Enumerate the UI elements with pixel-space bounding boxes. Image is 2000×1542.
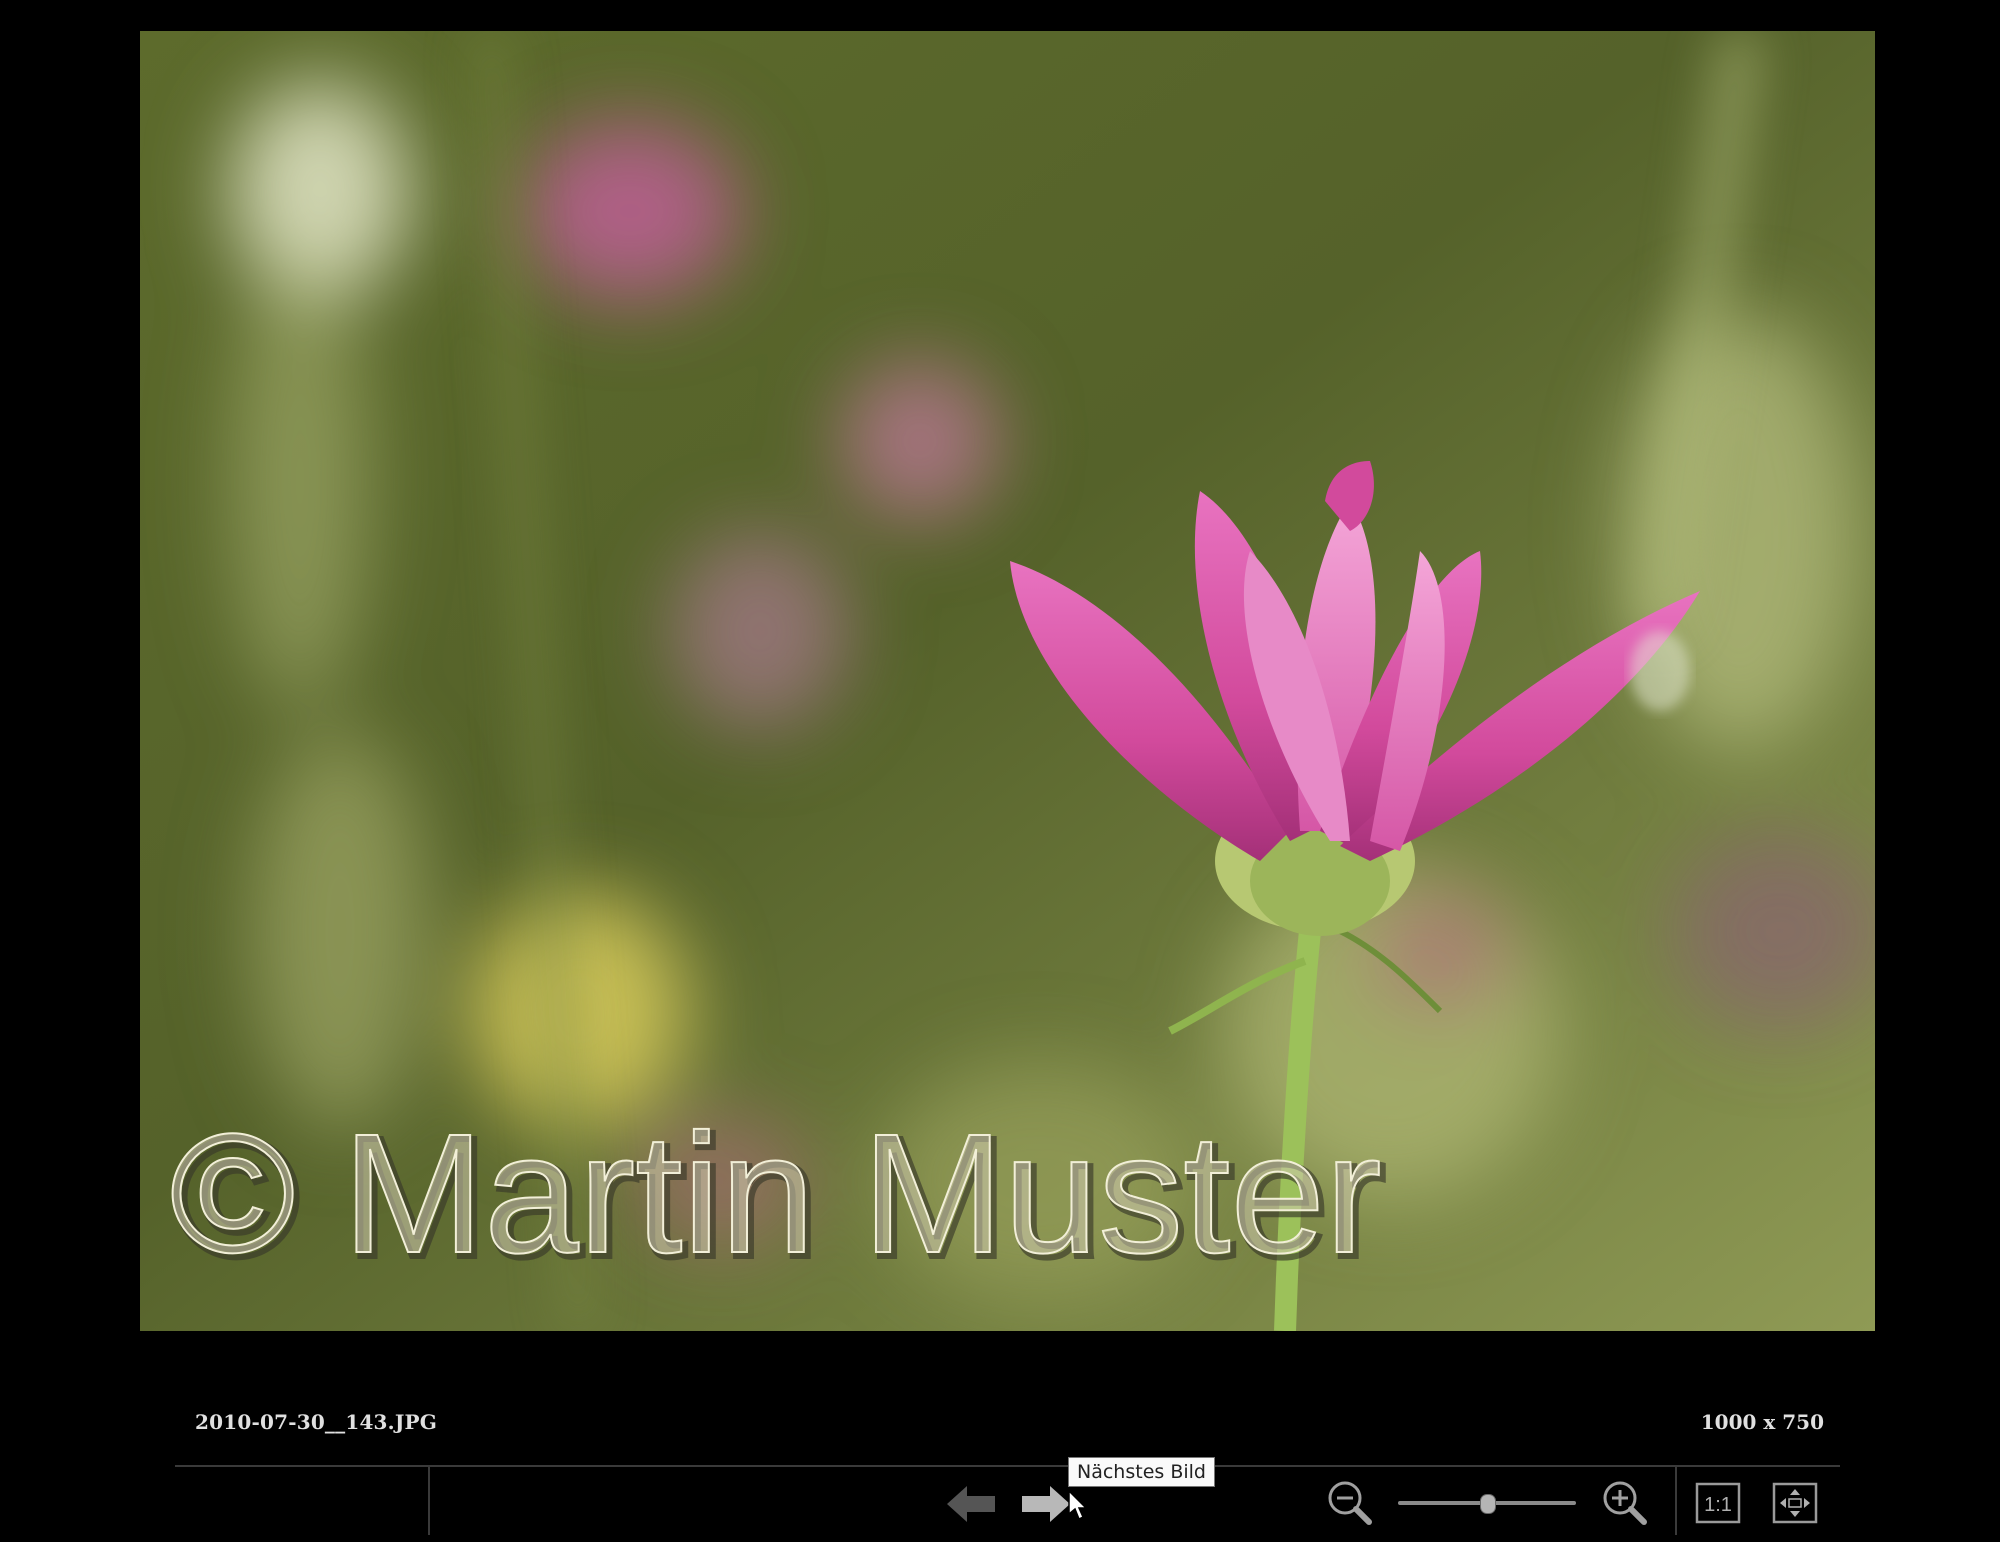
photo-viewer: © Martin Muster © Martin Muster 2010-07-… bbox=[0, 0, 2000, 1542]
arrow-right-icon bbox=[1022, 1486, 1070, 1522]
next-image-button[interactable] bbox=[1018, 1482, 1072, 1526]
image-dimensions-label: 1000 x 750 bbox=[1700, 1410, 1824, 1434]
actual-size-button[interactable]: 1:1 bbox=[1695, 1482, 1741, 1524]
copyright-watermark: © Martin Muster © Martin Muster bbox=[169, 1098, 1570, 1296]
photo-display: © Martin Muster © Martin Muster bbox=[140, 31, 1875, 1331]
toolbar-separator-right bbox=[1675, 1467, 1677, 1535]
actual-size-icon: 1:1 bbox=[1695, 1482, 1741, 1524]
zoom-in-button[interactable] bbox=[1600, 1478, 1650, 1528]
arrow-left-icon bbox=[947, 1486, 995, 1522]
previous-image-button[interactable] bbox=[945, 1482, 999, 1526]
fit-to-window-icon bbox=[1772, 1482, 1818, 1524]
zoom-out-icon bbox=[1328, 1481, 1372, 1525]
actual-size-label: 1:1 bbox=[1704, 1494, 1732, 1516]
zoom-slider-thumb[interactable] bbox=[1480, 1494, 1496, 1514]
fit-to-window-button[interactable] bbox=[1772, 1482, 1818, 1524]
toolbar-separator-left bbox=[428, 1467, 430, 1535]
mouse-cursor-icon bbox=[1068, 1490, 1088, 1521]
watermark-graphic: © Martin Muster © Martin Muster bbox=[169, 1098, 1389, 1296]
svg-text:© Martin Muster: © Martin Muster bbox=[170, 1106, 1382, 1289]
zoom-in-icon bbox=[1603, 1481, 1647, 1525]
zoom-out-button[interactable] bbox=[1325, 1478, 1375, 1528]
next-image-tooltip: Nächstes Bild bbox=[1068, 1457, 1215, 1487]
toolbar-divider bbox=[175, 1465, 1840, 1467]
zoom-slider[interactable] bbox=[1398, 1492, 1576, 1514]
file-name-label: 2010-07-30__143.JPG bbox=[195, 1410, 438, 1434]
